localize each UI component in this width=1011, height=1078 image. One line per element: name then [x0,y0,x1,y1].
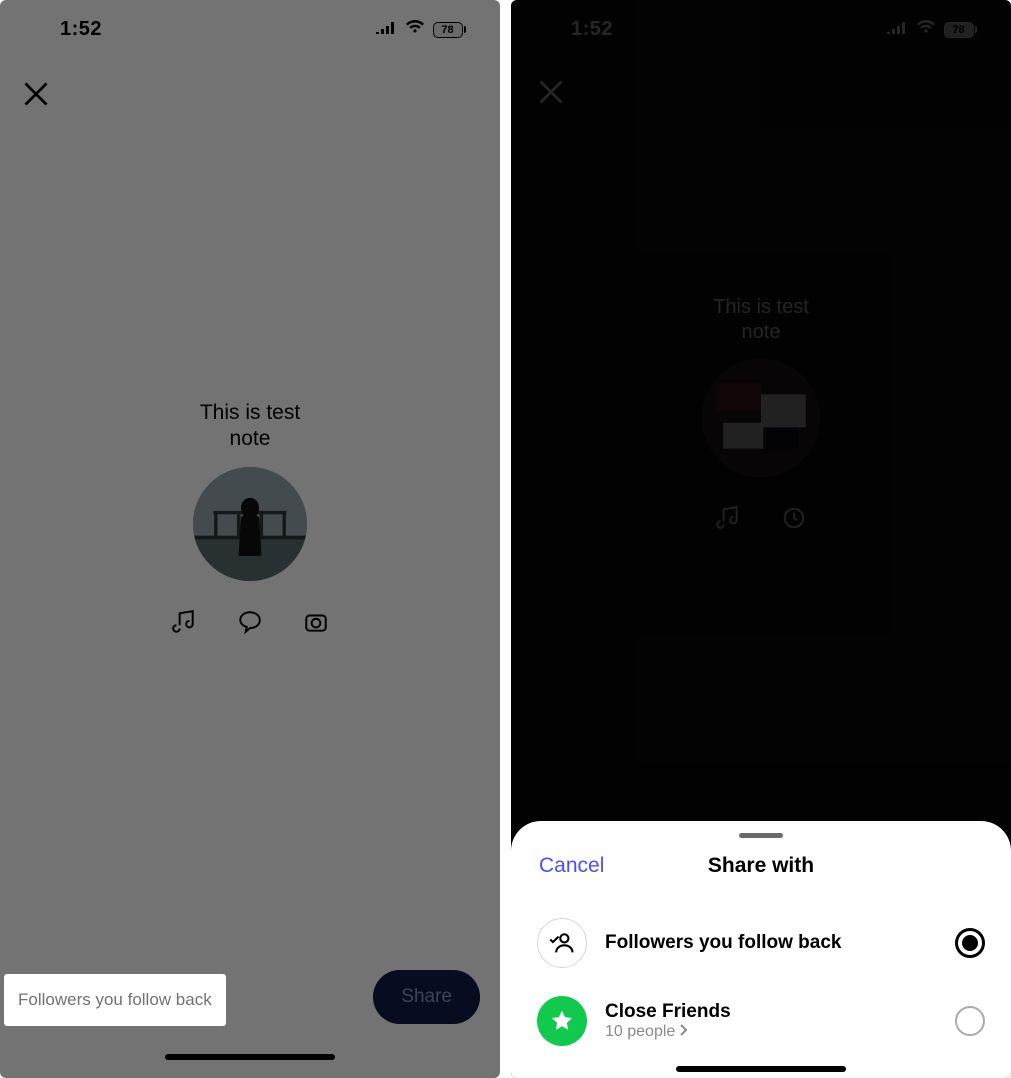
audience-chip[interactable]: Followers you follow back [4,974,226,1026]
phone-screen-right: 1:52 78 This is test note [511,0,1011,1078]
screenshot-divider [500,0,511,1078]
cellular-icon [886,20,908,39]
audience-chip-label: Followers you follow back [18,990,212,1009]
clock-icon[interactable] [781,505,807,531]
share-button[interactable]: Share [373,970,480,1024]
cancel-label: Cancel [539,854,604,877]
battery-icon: 78 [944,22,978,38]
note-preview: This is test note [171,400,329,635]
followers-icon [537,918,587,968]
status-clock: 1:52 [60,18,102,41]
note-text[interactable]: This is test note [713,295,809,345]
camera-icon[interactable] [303,609,329,635]
wifi-icon [405,20,425,39]
sheet-grab-handle[interactable] [739,833,783,838]
option-sub: 10 people [605,1023,937,1041]
speech-bubble-icon[interactable] [237,609,263,635]
chevron-right-icon [679,1023,689,1041]
option-sub-text: 10 people [605,1023,675,1041]
avatar [702,359,820,477]
music-icon[interactable] [171,609,197,635]
option-label: Followers you follow back [605,932,937,954]
share-button-label: Share [401,986,452,1007]
radio-selected-icon [955,928,985,958]
note-preview: This is test note [702,295,820,531]
cancel-button[interactable]: Cancel [539,854,604,878]
note-text[interactable]: This is test note [200,400,300,453]
cellular-icon [375,20,397,39]
share-option-close-friends[interactable]: Close Friends 10 people [535,982,987,1060]
close-button[interactable] [537,78,565,106]
status-clock: 1:52 [571,18,613,41]
radio-empty-icon [955,1006,985,1036]
avatar [193,467,307,581]
option-label: Close Friends [605,1001,937,1023]
battery-icon: 78 [433,22,467,38]
home-indicator [676,1066,846,1072]
close-button[interactable] [22,80,50,108]
home-indicator [165,1054,335,1060]
attach-icons [715,505,807,531]
star-icon [537,996,587,1046]
status-bar: 1:52 78 [511,18,1011,41]
music-icon[interactable] [715,505,741,531]
status-right: 78 [886,20,978,39]
share-option-followers-back[interactable]: Followers you follow back [535,904,987,982]
share-sheet: Cancel Share with Followers you follow b… [511,821,1011,1078]
phone-screen-left: 1:52 78 This is test note [0,0,500,1078]
status-bar: 1:52 78 [0,18,500,41]
attach-icons [171,609,329,635]
status-right: 78 [375,20,467,39]
wifi-icon [916,20,936,39]
sheet-title: Share with [708,854,814,878]
